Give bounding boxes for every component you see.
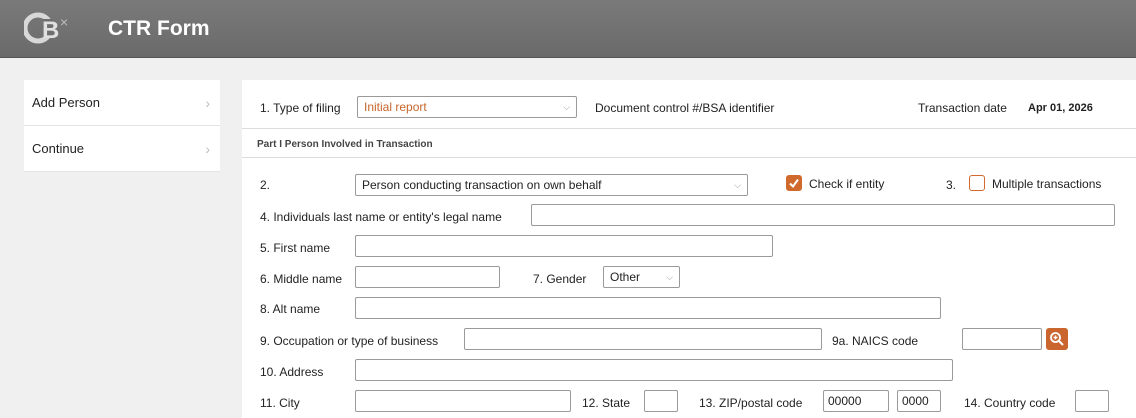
doc-control-label: Document control #/BSA identifier <box>595 101 775 115</box>
zip-input[interactable] <box>823 390 889 412</box>
sidebar-item-add-person[interactable]: Add Person › <box>24 80 220 126</box>
alt-name-label: 8. Alt name <box>260 302 321 316</box>
state-label: 12. State <box>582 396 631 410</box>
alt-name-input[interactable] <box>355 297 941 319</box>
svg-text:B: B <box>42 17 59 44</box>
city-input[interactable] <box>355 390 571 412</box>
person-role-value: Person conducting transaction on own beh… <box>362 178 602 192</box>
chevron-down-icon: ⌵ <box>563 101 570 112</box>
middle-name-input[interactable] <box>355 266 500 288</box>
occupation-label: 9. Occupation or type of business <box>260 334 439 348</box>
svg-text:×: × <box>60 14 68 30</box>
chevron-down-icon: ⌵ <box>734 179 741 190</box>
gender-select[interactable]: Other ⌵ <box>603 266 680 288</box>
check-if-entity-label: Check if entity <box>809 177 885 191</box>
section-title: Part I Person Involved in Transaction <box>257 139 433 150</box>
checkmark-icon <box>789 178 799 189</box>
city-label: 11. City <box>260 396 300 410</box>
chevron-right-icon: › <box>205 94 210 111</box>
chevron-right-icon: › <box>205 140 210 157</box>
zip4-input[interactable] <box>897 390 941 412</box>
last-name-label: 4. Individuals last name or entity's leg… <box>260 210 502 224</box>
multiple-transactions-label: Multiple transactions <box>992 177 1102 191</box>
state-input[interactable] <box>644 390 678 412</box>
middle-name-label: 6. Middle name <box>260 272 343 286</box>
check-if-entity-checkbox[interactable] <box>786 175 802 191</box>
type-of-filing-select[interactable]: Initial report ⌵ <box>357 96 577 118</box>
naics-label: 9a. NAICS code <box>832 334 919 348</box>
chevron-down-icon: ⌵ <box>666 271 673 282</box>
country-input[interactable] <box>1075 390 1109 412</box>
zip-label: 13. ZIP/postal code <box>699 396 803 410</box>
cbx-logo: B × <box>24 12 68 44</box>
ctr-form: 1. Type of filing Initial report ⌵ Docum… <box>242 80 1136 418</box>
divider <box>242 128 1136 129</box>
transaction-date-value: Apr 01, 2026 <box>1028 102 1093 114</box>
type-of-filing-value: Initial report <box>364 100 427 114</box>
first-name-input[interactable] <box>355 235 773 257</box>
app-title: CTR Form <box>108 17 210 40</box>
first-name-label: 5. First name <box>260 241 331 255</box>
country-label: 14. Country code <box>964 396 1056 410</box>
field3-label: 3. <box>946 178 957 192</box>
app-header: B × CTR Form <box>0 0 1136 58</box>
person-role-select[interactable]: Person conducting transaction on own beh… <box>355 174 748 196</box>
sidebar: Add Person › Continue › <box>24 80 220 172</box>
occupation-input[interactable] <box>464 328 822 350</box>
sidebar-item-label: Add Person <box>32 95 100 110</box>
transaction-date-label: Transaction date <box>918 101 1007 115</box>
gender-label: 7. Gender <box>533 272 587 286</box>
address-input[interactable] <box>355 359 953 381</box>
multiple-transactions-checkbox[interactable] <box>969 175 985 191</box>
gender-value: Other <box>610 270 641 284</box>
field2-label: 2. <box>260 178 271 192</box>
address-label: 10. Address <box>260 365 324 379</box>
last-name-input[interactable] <box>531 204 1115 226</box>
type-of-filing-label: 1. Type of filing <box>260 101 341 115</box>
sidebar-item-continue[interactable]: Continue › <box>24 126 220 172</box>
divider <box>242 157 1136 158</box>
sidebar-item-label: Continue <box>32 141 85 156</box>
naics-search-button[interactable] <box>1046 328 1068 350</box>
naics-input[interactable] <box>962 328 1042 350</box>
zoom-in-icon <box>1050 332 1064 346</box>
